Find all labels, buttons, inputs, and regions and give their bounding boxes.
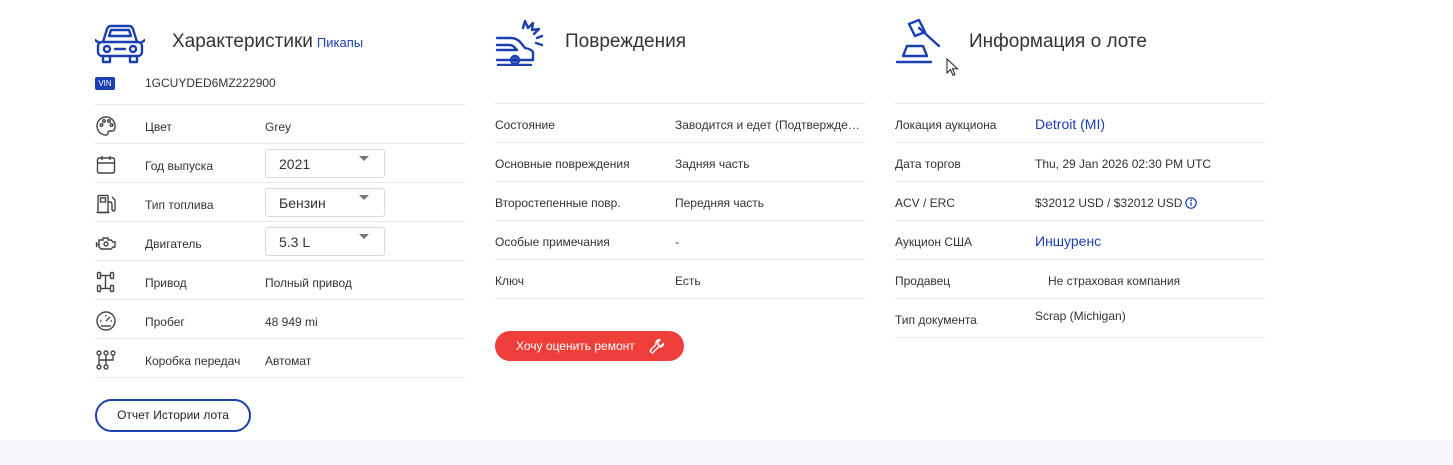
- spec-row-drive: Привод Полный привод: [95, 261, 465, 300]
- lot-title: Информация о лоте: [969, 31, 1147, 52]
- category-link[interactable]: Пикапы: [317, 35, 363, 50]
- page: Характеристики Пикапы VIN 1GCUYDED6MZ2229…: [0, 0, 1453, 465]
- spec-value: 48 949 mi: [265, 315, 318, 329]
- chevron-down-icon: [359, 156, 369, 161]
- damage-value: Есть: [675, 274, 701, 288]
- damage-label: Второстепенные повр.: [495, 196, 621, 210]
- drivetrain-icon: [96, 271, 115, 293]
- damage-label: Состояние: [495, 118, 555, 132]
- location-link[interactable]: Detroit (MI): [1035, 116, 1105, 132]
- wrench-icon: [649, 338, 665, 354]
- speedometer-icon: [96, 311, 116, 331]
- gearbox-icon: [96, 350, 116, 370]
- lot-row-seller: Продавец Не страховая компания: [895, 260, 1265, 299]
- specs-title: Характеристики Пикапы: [172, 31, 364, 52]
- acv-value: $32012 USD / $32012 USD: [1035, 196, 1183, 210]
- lot-row-doc: Тип документа Scrap (Michigan): [895, 299, 1265, 338]
- spec-label: Привод: [145, 276, 187, 290]
- specs-header: Характеристики Пикапы: [95, 0, 465, 80]
- damage-row-condition: Состояние Заводится и едет (Подтверждено…: [495, 104, 865, 143]
- spec-label: Год выпуска: [145, 159, 213, 173]
- lot-label: Аукцион США: [895, 235, 972, 249]
- auction-gavel-icon: [895, 18, 941, 64]
- spec-label: Цвет: [145, 120, 172, 134]
- calendar-icon: [96, 156, 116, 174]
- engine-icon: [95, 237, 116, 250]
- specs-list: Цвет Grey Год выпуска 2021 Тип топлива Б…: [95, 104, 465, 378]
- year-selected: 2021: [279, 156, 311, 172]
- vin-row: VIN 1GCUYDED6MZ222900: [95, 76, 276, 90]
- damage-title: Повреждения: [565, 31, 686, 52]
- engine-select[interactable]: 5.3 L: [265, 227, 385, 256]
- damage-value: Задняя часть: [675, 157, 750, 171]
- chevron-down-icon: [359, 195, 369, 200]
- fuel-selected: Бензин: [279, 195, 326, 211]
- lot-label: Продавец: [895, 274, 951, 288]
- spec-label: Коробка передач: [145, 354, 241, 368]
- vin-value: 1GCUYDED6MZ222900: [145, 76, 276, 90]
- damage-row-notes: Особые примечания -: [495, 221, 865, 260]
- palette-icon: [96, 116, 116, 136]
- footer-band: [0, 440, 1453, 465]
- spec-label: Двигатель: [145, 237, 202, 251]
- lot-label: Дата торгов: [895, 157, 961, 171]
- fuel-select[interactable]: Бензин: [265, 188, 385, 217]
- spec-row-fuel: Тип топлива Бензин: [95, 183, 465, 222]
- mouse-cursor-icon: [946, 58, 959, 77]
- lot-row-auction: Аукцион США Иншуренс: [895, 221, 1265, 260]
- lot-row-date: Дата торгов Thu, 29 Jan 2026 02:30 PM UT…: [895, 143, 1265, 182]
- info-icon[interactable]: [1185, 197, 1198, 209]
- spec-value: Grey: [265, 120, 292, 134]
- spec-label: Тип топлива: [145, 198, 214, 212]
- engine-selected: 5.3 L: [279, 234, 311, 250]
- auction-link[interactable]: Иншуренс: [1035, 233, 1101, 249]
- lot-label: Локация аукциона: [895, 118, 997, 132]
- year-select[interactable]: 2021: [265, 149, 385, 178]
- lot-label: ACV / ERC: [895, 196, 956, 210]
- spec-row-year: Год выпуска 2021: [95, 144, 465, 183]
- lot-label: Тип документа: [895, 313, 977, 327]
- chevron-down-icon: [359, 234, 369, 239]
- estimate-repair-button[interactable]: Хочу оценить ремонт: [495, 331, 684, 361]
- lot-row-acv: ACV / ERC $32012 USD / $32012 USD: [895, 182, 1265, 221]
- car-crash-icon: [495, 19, 544, 66]
- history-report-button[interactable]: Отчет Истории лота: [95, 399, 251, 432]
- pickup-car-icon: [95, 24, 145, 64]
- damage-value: Передняя часть: [675, 196, 765, 210]
- damage-header: Повреждения: [495, 0, 865, 80]
- damage-section: Повреждения Состояние Заводится и едет (…: [495, 0, 865, 361]
- spec-value: Автомат: [265, 354, 312, 368]
- lot-list: Локация аукциона Detroit (MI) Дата торго…: [895, 103, 1265, 338]
- estimate-repair-label: Хочу оценить ремонт: [516, 339, 635, 353]
- damage-list: Состояние Заводится и едет (Подтверждено…: [495, 103, 865, 299]
- spec-row-color: Цвет Grey: [95, 105, 465, 144]
- damage-value: Заводится и едет (Подтверждено): [675, 118, 865, 132]
- damage-row-key: Ключ Есть: [495, 260, 865, 299]
- damage-row-primary: Основные повреждения Задняя часть: [495, 143, 865, 182]
- specs-section: Характеристики Пикапы VIN 1GCUYDED6MZ2229…: [95, 0, 465, 432]
- lot-row-location: Локация аукциона Detroit (MI): [895, 104, 1265, 143]
- lot-value: Thu, 29 Jan 2026 02:30 PM UTC: [1035, 157, 1212, 171]
- vin-badge: VIN: [95, 76, 115, 90]
- lot-value: Scrap (Michigan): [1035, 309, 1126, 323]
- damage-label: Ключ: [495, 274, 524, 288]
- damage-value: -: [675, 235, 679, 249]
- damage-label: Особые примечания: [495, 235, 610, 249]
- damage-label: Основные повреждения: [495, 157, 630, 171]
- spec-value: Полный привод: [265, 276, 352, 290]
- spec-label: Пробег: [145, 315, 185, 329]
- lot-value: $32012 USD / $32012 USD: [1035, 196, 1198, 210]
- spec-row-gearbox: Коробка передач Автомат: [95, 339, 465, 378]
- lot-value: Не страховая компания: [1048, 274, 1181, 288]
- spec-row-mileage: Пробег 48 949 mi: [95, 300, 465, 339]
- spec-row-engine: Двигатель 5.3 L: [95, 222, 465, 261]
- damage-row-secondary: Второстепенные повр. Передняя часть: [495, 182, 865, 221]
- fuel-pump-icon: [96, 194, 116, 214]
